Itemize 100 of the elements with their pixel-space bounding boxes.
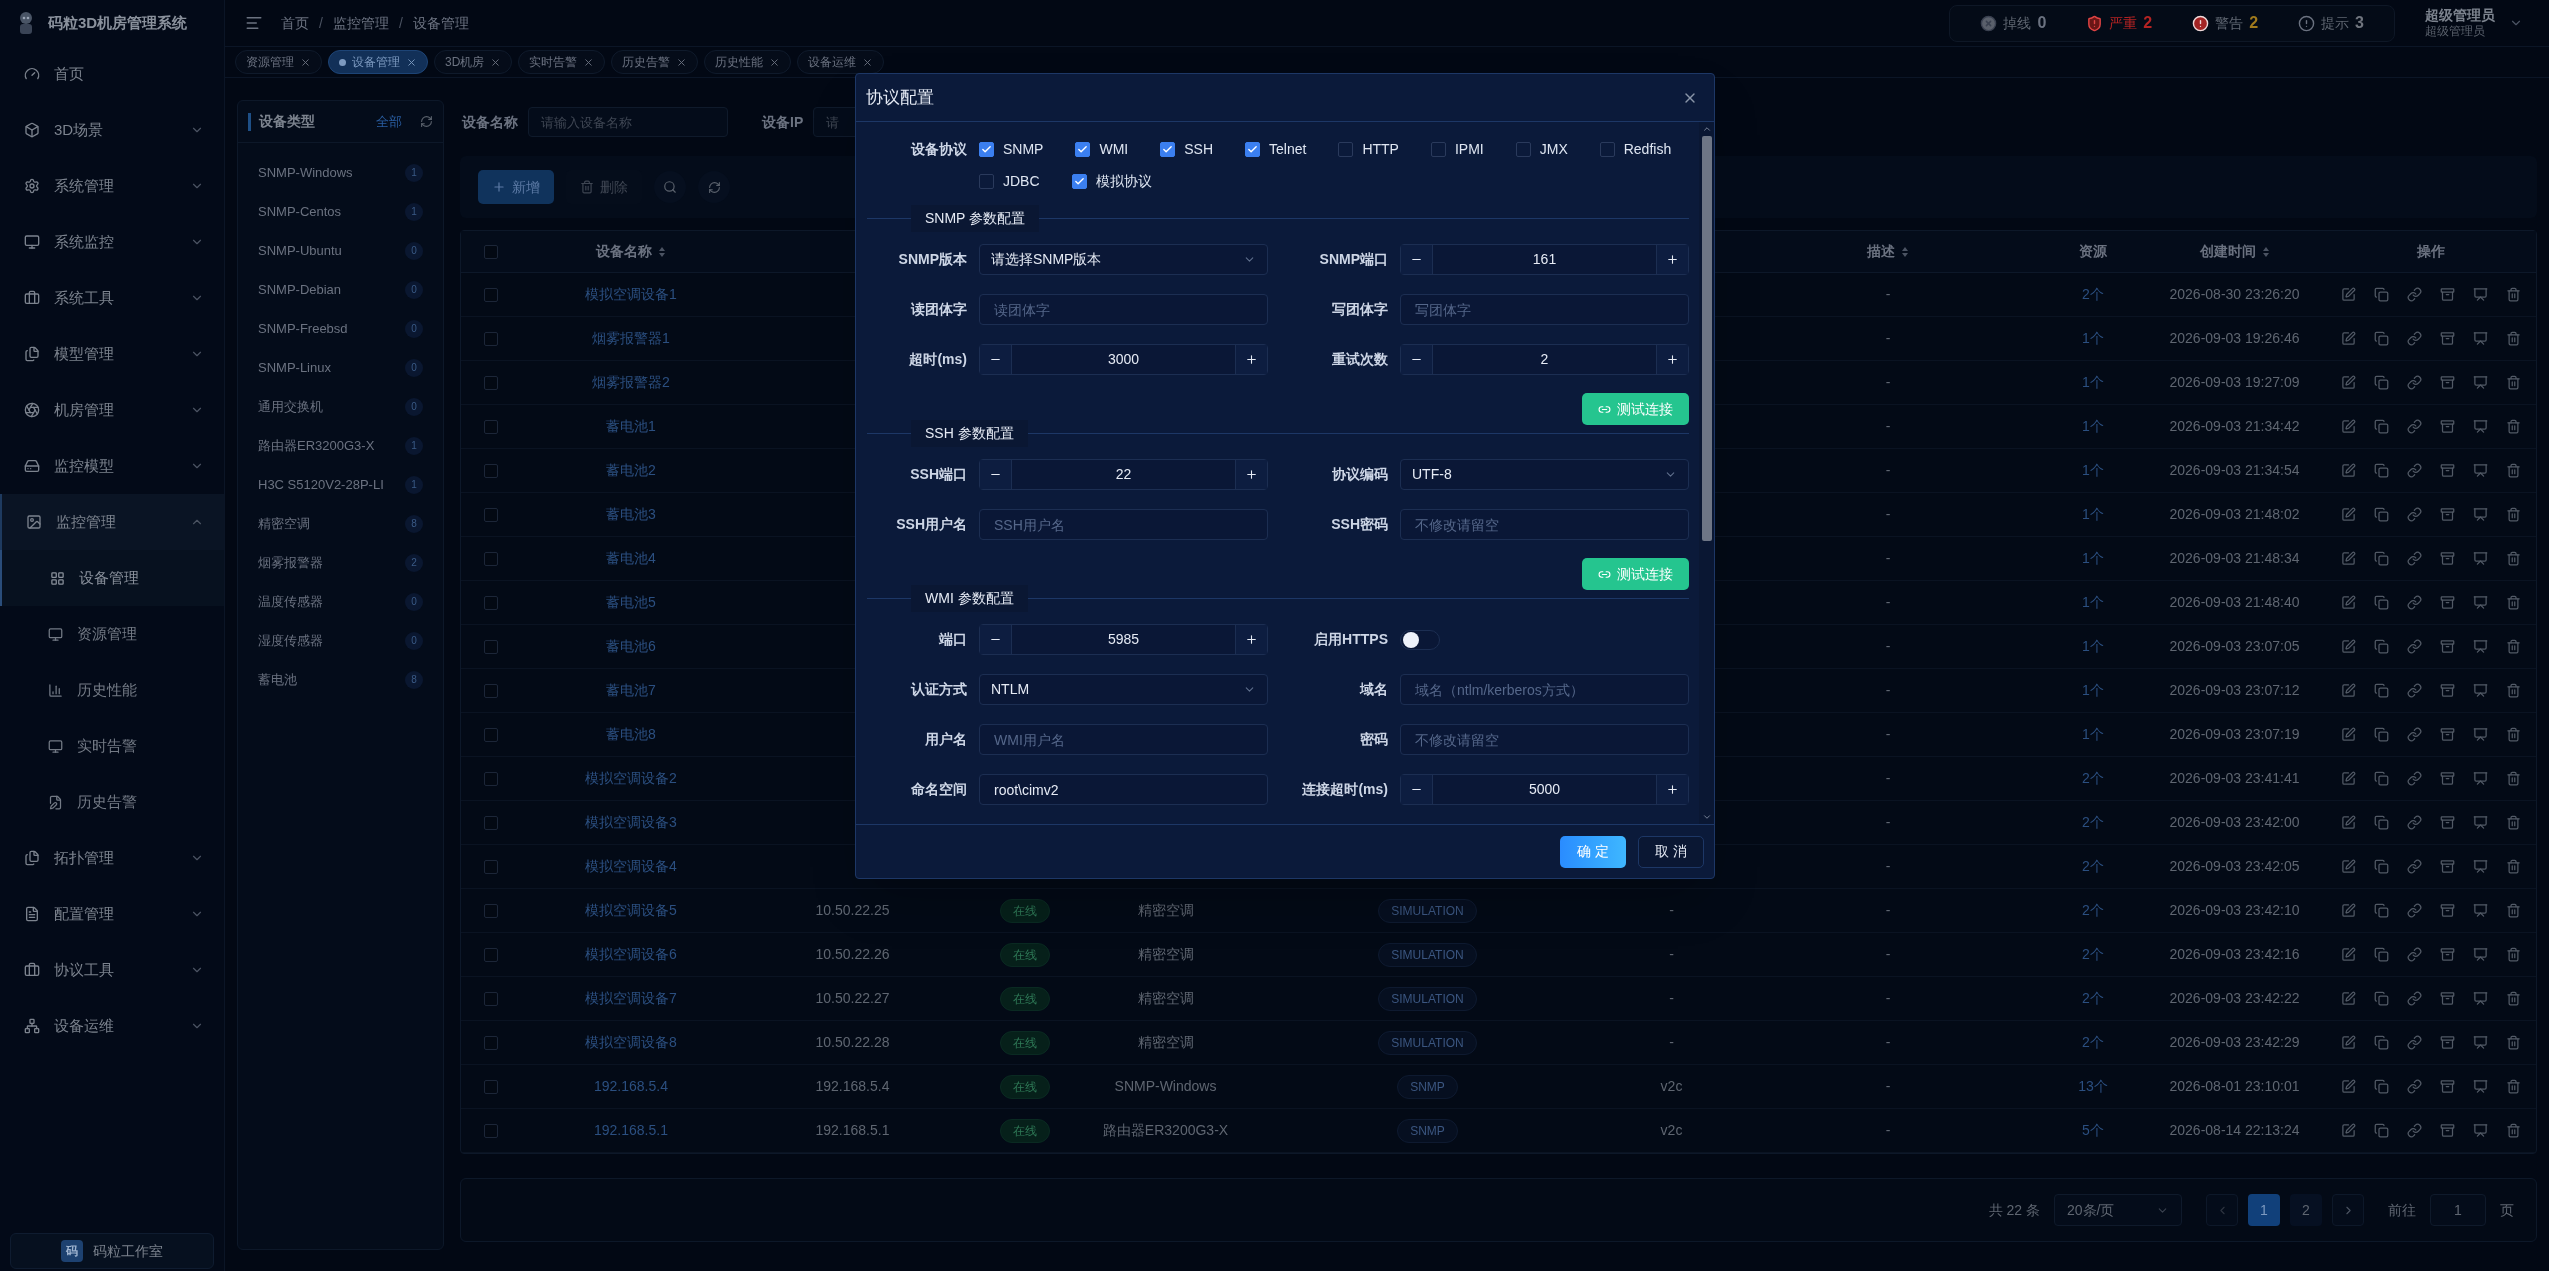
sidebar-item[interactable]: 系统工具 (0, 270, 224, 326)
presentation-icon[interactable] (2473, 1035, 2488, 1050)
presentation-icon[interactable] (2473, 859, 2488, 874)
checkbox[interactable] (1338, 141, 1354, 157)
input-field[interactable]: 读团体字 (979, 294, 1268, 325)
input-field[interactable]: root\cimv2 (979, 774, 1268, 805)
presentation-icon[interactable] (2473, 331, 2488, 346)
page-tab[interactable]: 资源管理 (235, 50, 322, 74)
input-field[interactable]: 域名（ntlm/kerberos方式） (1400, 674, 1689, 705)
sidebar-item[interactable]: 首页 (0, 46, 224, 102)
close-icon[interactable] (300, 56, 311, 68)
copy-icon[interactable] (2374, 507, 2389, 522)
resource-link[interactable]: 1个 (2082, 724, 2104, 745)
sidebar-item[interactable]: 监控管理 (0, 494, 224, 550)
copy-icon[interactable] (2374, 287, 2389, 302)
presentation-icon[interactable] (2473, 595, 2488, 610)
archive-icon[interactable] (2440, 1035, 2455, 1050)
link-icon[interactable] (2407, 683, 2422, 698)
copy-icon[interactable] (2374, 331, 2389, 346)
close-icon[interactable] (676, 56, 688, 68)
scrollbar[interactable] (1699, 122, 1714, 824)
link-icon[interactable] (2407, 991, 2422, 1006)
row-checkbox[interactable] (484, 551, 498, 566)
alert-label[interactable]: 严重 (2109, 12, 2138, 34)
row-checkbox[interactable] (484, 639, 498, 654)
archive-icon[interactable] (2440, 331, 2455, 346)
row-checkbox[interactable] (484, 287, 498, 302)
sort-icon[interactable] (1901, 245, 1909, 258)
page-tab[interactable]: 设备管理 (328, 50, 428, 74)
link-icon[interactable] (2407, 463, 2422, 478)
archive-icon[interactable] (2440, 903, 2455, 918)
copy-icon[interactable] (2374, 727, 2389, 742)
copy-icon[interactable] (2374, 1123, 2389, 1138)
resource-link[interactable]: 1个 (2082, 460, 2104, 481)
resource-link[interactable]: 2个 (2082, 812, 2104, 833)
edit-icon[interactable] (2341, 287, 2356, 302)
archive-icon[interactable] (2440, 947, 2455, 962)
row-checkbox[interactable] (484, 815, 498, 830)
device-type-item[interactable]: H3C S5120V2-28P-LI 1 (238, 465, 443, 504)
device-type-item[interactable]: 路由器ER3200G3-X 1 (238, 426, 443, 465)
protocol-checkbox[interactable]: SSH (1160, 133, 1213, 165)
delete-icon[interactable] (2506, 1123, 2521, 1138)
close-icon[interactable] (862, 56, 874, 68)
device-name-link[interactable]: 蓄电池5 (606, 592, 656, 613)
row-checkbox[interactable] (484, 991, 498, 1006)
row-checkbox[interactable] (484, 595, 498, 610)
device-name-link[interactable]: 蓄电池1 (606, 416, 656, 437)
edit-icon[interactable] (2341, 1123, 2356, 1138)
page-tab[interactable]: 设备运维 (797, 50, 885, 74)
link-icon[interactable] (2407, 551, 2422, 566)
row-checkbox[interactable] (484, 507, 498, 522)
column-header[interactable]: 描述 (1734, 231, 2042, 272)
close-icon[interactable] (406, 56, 417, 68)
alert-label[interactable]: 掉线 (2003, 12, 2032, 34)
sort-icon[interactable] (2261, 245, 2270, 258)
presentation-icon[interactable] (2473, 639, 2488, 654)
edit-icon[interactable] (2341, 419, 2356, 434)
search-button[interactable] (654, 171, 686, 203)
archive-icon[interactable] (2440, 287, 2455, 302)
delete-icon[interactable] (2506, 771, 2521, 786)
archive-icon[interactable] (2440, 595, 2455, 610)
delete-icon[interactable] (2506, 815, 2521, 830)
link-icon[interactable] (2407, 507, 2422, 522)
input-field[interactable]: 不修改请留空 (1400, 724, 1689, 755)
device-type-item[interactable]: SNMP-Centos 1 (238, 192, 443, 231)
device-type-item[interactable]: 蓄电池 8 (238, 660, 443, 699)
copy-icon[interactable] (2374, 947, 2389, 962)
copy-icon[interactable] (2374, 859, 2389, 874)
sidebar-subitem[interactable]: 历史告警 (0, 774, 224, 830)
page-tab[interactable]: 3D机房 (434, 50, 513, 74)
device-type-item[interactable]: SNMP-Freebsd 0 (238, 309, 443, 348)
sort-icon[interactable] (658, 245, 666, 258)
row-checkbox[interactable] (484, 947, 498, 962)
edit-icon[interactable] (2341, 1079, 2356, 1094)
archive-icon[interactable] (2440, 683, 2455, 698)
resource-link[interactable]: 2个 (2082, 1032, 2104, 1053)
sidebar-item[interactable]: 系统管理 (0, 158, 224, 214)
edit-icon[interactable] (2341, 375, 2356, 390)
studio-button[interactable]: 码 码粒工作室 (10, 1233, 214, 1269)
sidebar-item[interactable]: 配置管理 (0, 886, 224, 942)
resource-link[interactable]: 1个 (2082, 636, 2104, 657)
delete-icon[interactable] (2506, 683, 2521, 698)
row-checkbox[interactable] (484, 859, 498, 874)
copy-icon[interactable] (2374, 595, 2389, 610)
link-icon[interactable] (2407, 859, 2422, 874)
device-name-link[interactable]: 192.168.5.1 (594, 1120, 668, 1141)
edit-icon[interactable] (2341, 903, 2356, 918)
presentation-icon[interactable] (2473, 727, 2488, 742)
checkbox[interactable] (1075, 141, 1091, 157)
input-field[interactable]: 写团体字 (1400, 294, 1689, 325)
delete-icon[interactable] (2506, 595, 2521, 610)
sidebar-item[interactable]: 协议工具 (0, 942, 224, 998)
sidebar-subitem[interactable]: 实时告警 (0, 718, 224, 774)
device-name-link[interactable]: 模拟空调设备2 (585, 768, 677, 789)
copy-icon[interactable] (2374, 463, 2389, 478)
sidebar-item[interactable]: 机房管理 (0, 382, 224, 438)
alert-label[interactable]: 警告 (2215, 12, 2244, 34)
device-name-link[interactable]: 蓄电池6 (606, 636, 656, 657)
delete-icon[interactable] (2506, 1079, 2521, 1094)
row-checkbox[interactable] (484, 419, 498, 434)
